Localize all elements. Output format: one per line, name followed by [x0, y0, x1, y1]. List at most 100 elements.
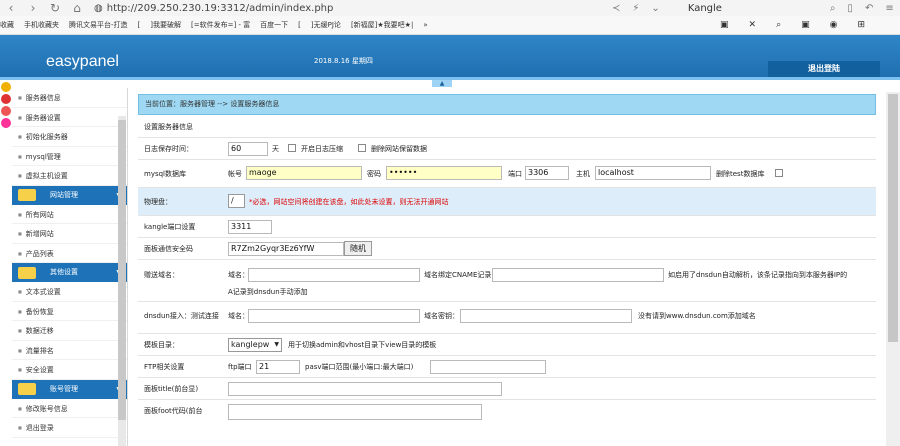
log-days-input[interactable]: 60 — [228, 142, 268, 156]
mysql-port-input[interactable]: 3306 — [525, 166, 569, 180]
window-icon[interactable]: ▯ — [847, 3, 853, 14]
dnsdun-label[interactable]: dnsdun接入：测试连接 — [144, 311, 219, 321]
section-icon — [18, 383, 36, 395]
dnsdun-row: dnsdun接入：测试连接 域名： 域名密钥： 没有请到www.dnsdun.c… — [138, 302, 876, 334]
sidebar-app-icon[interactable] — [1, 118, 11, 128]
ftp-port-input[interactable]: 21 — [256, 360, 300, 374]
sidebar-section-other[interactable]: 其他设置▼ — [12, 263, 127, 282]
bookmark-item[interactable]: ]无缓PJ论 — [311, 20, 341, 30]
home-icon[interactable]: ⌂ — [66, 1, 88, 15]
forward-icon[interactable]: › — [22, 1, 44, 15]
bind-domain-label: 赠送域名： — [144, 271, 179, 279]
toolbar-right: ≺ ⚡ ⌄ Kangle ⌕ ▯ ↶ ≡ — [612, 0, 894, 16]
del-test-label: 删除test数据库 — [716, 170, 765, 178]
menu-icon[interactable]: ≡ — [885, 3, 893, 14]
flash-icon[interactable]: ⚡ — [632, 3, 639, 14]
sidebar-item[interactable]: 修改账号信息 — [12, 399, 127, 418]
mysql-password-input[interactable]: •••••• — [386, 166, 502, 180]
logo: easypanel — [46, 53, 119, 70]
mysql-host-label: 主机 — [576, 170, 590, 178]
extension-icon[interactable]: ▣ — [720, 20, 729, 30]
sidebar-item[interactable]: 服务器信息 — [12, 88, 127, 108]
bookmark-item[interactable]: 百度一下 — [260, 20, 288, 30]
dnsdun-domain-input[interactable] — [248, 309, 420, 323]
date-text: 2018.8.16 星期四 — [314, 57, 373, 65]
extension-icon[interactable]: ⌕ — [776, 20, 781, 30]
extension-icon[interactable]: ✕ — [749, 20, 757, 30]
dnsdun-domain-label: 域名： — [228, 312, 249, 320]
sidebar-item[interactable]: 服务器设置 — [12, 108, 127, 127]
search-icon[interactable]: ⌕ — [830, 3, 836, 14]
scrollbar-thumb[interactable] — [118, 120, 126, 420]
pasv-label: pasv端口范围(最小端口:最大端口) — [305, 363, 414, 371]
kangle-port-input[interactable]: 3311 — [228, 220, 272, 234]
bookmark-item[interactable]: [ — [298, 21, 301, 29]
page-scrollbar[interactable] — [886, 92, 900, 446]
section-title-row: 设置服务器信息 — [138, 115, 876, 138]
sidebar-scrollbar[interactable] — [118, 116, 126, 446]
disk-select[interactable]: / — [228, 194, 245, 208]
site-icon: ◍ — [94, 2, 103, 14]
pasv-input[interactable] — [430, 360, 546, 374]
sidebar-item[interactable]: 数据迁移 — [12, 321, 127, 341]
section-label: 其他设置 — [50, 268, 78, 276]
browser-toolbar: ‹ › ↻ ⌂ ◍ http://209.250.230.19:3312/admi… — [0, 0, 900, 16]
bookmark-item[interactable]: 手机收藏夹 — [24, 20, 59, 30]
main-content: 当前位置：服务器管理 --> 设置服务器信息 设置服务器信息 日志保存时间： 6… — [138, 94, 876, 446]
sidebar-section-account[interactable]: 账号管理▼ — [12, 379, 127, 399]
cname-input[interactable] — [492, 268, 664, 282]
back-icon[interactable]: ‹ — [0, 1, 22, 15]
bookmark-item[interactable]: ]我要破解 — [150, 20, 181, 30]
sidebar-item[interactable]: 初始化服务器 — [12, 127, 127, 147]
bookmark-item[interactable]: 腾讯文易平台-打造 — [69, 20, 128, 30]
title-input[interactable] — [228, 382, 502, 396]
log-compress-checkbox[interactable] — [288, 144, 296, 152]
sidebar-app-icon[interactable] — [1, 94, 11, 104]
sidebar-app-icon[interactable] — [1, 82, 11, 92]
share-icon[interactable]: ≺ — [612, 3, 620, 14]
sidebar-item[interactable]: mysql管理 — [12, 147, 127, 166]
sidebar-item[interactable]: 文本式设置 — [12, 282, 127, 302]
random-button[interactable]: 随机 — [344, 241, 372, 256]
sidebar-item[interactable]: 产品列表 — [12, 244, 127, 263]
sidebar-item[interactable]: 退出登录 — [12, 418, 127, 438]
cname-label: 域名绑定CNAME记录 — [424, 271, 492, 279]
sidebar-item[interactable]: 流量排名 — [12, 341, 127, 360]
sidebar-section-website[interactable]: 网站管理▼ — [12, 185, 127, 205]
dropdown-icon[interactable]: ⌄ — [651, 3, 659, 14]
bookmark-item[interactable]: [新福屋]★我要吧★| — [351, 20, 413, 30]
collapse-arrow-icon[interactable]: ▲ — [432, 80, 452, 87]
scrollbar-thumb[interactable] — [888, 94, 898, 342]
extension-icon[interactable]: ⊞ — [857, 20, 865, 30]
ftp-row: FTP相关设置 ftp端口 21 pasv端口范围(最小端口:最大端口) — [138, 356, 876, 378]
sidebar-item[interactable]: 安全设置 — [12, 360, 127, 380]
bookmark-item[interactable]: 收藏 — [0, 20, 14, 30]
extension-icon[interactable]: ◉ — [830, 20, 838, 30]
bookmark-more[interactable]: » — [423, 21, 427, 29]
refresh-icon[interactable]: ↻ — [44, 1, 66, 15]
mysql-host-input[interactable]: localhost — [595, 166, 711, 180]
sidebar-item[interactable]: 备份恢复 — [12, 302, 127, 321]
sidebar-item[interactable]: 所有网站 — [12, 205, 127, 224]
undo-icon[interactable]: ↶ — [865, 3, 873, 14]
template-select[interactable]: kanglepw ▼ — [228, 338, 282, 352]
dnsdun-key-input[interactable] — [460, 309, 632, 323]
sidebar-item[interactable]: 虚拟主机设置 — [12, 166, 127, 186]
foot-textarea[interactable] — [228, 404, 482, 420]
secret-input[interactable]: R7Zm2Gyqr3Ez6YfW — [228, 242, 344, 256]
address-bar[interactable]: ◍ http://209.250.230.19:3312/admin/index.… — [94, 3, 694, 14]
extension-icon[interactable]: ▣ — [801, 20, 810, 30]
sidebar-app-icon[interactable] — [1, 106, 11, 116]
del-test-checkbox[interactable] — [775, 169, 783, 177]
logout-button[interactable]: 退出登陆 — [768, 61, 880, 77]
dnsdun-note: 没有请到www.dnsdun.com添加域名 — [638, 312, 756, 320]
bind-domain-input[interactable] — [248, 268, 420, 282]
sidebar-item[interactable]: 新增网站 — [12, 224, 127, 244]
search-box[interactable]: Kangle — [688, 3, 818, 14]
bookmark-item[interactable]: [ — [138, 21, 141, 29]
ftp-port-label: ftp端口 — [228, 363, 252, 371]
log-row: 日志保存时间： 60 天 开启日志压缩 删除网站保留数据 — [138, 138, 876, 160]
mysql-account-input[interactable]: maoge — [246, 166, 362, 180]
delete-data-checkbox[interactable] — [358, 144, 366, 152]
bookmark-item[interactable]: [=软件发布=] - 富 — [191, 20, 250, 30]
